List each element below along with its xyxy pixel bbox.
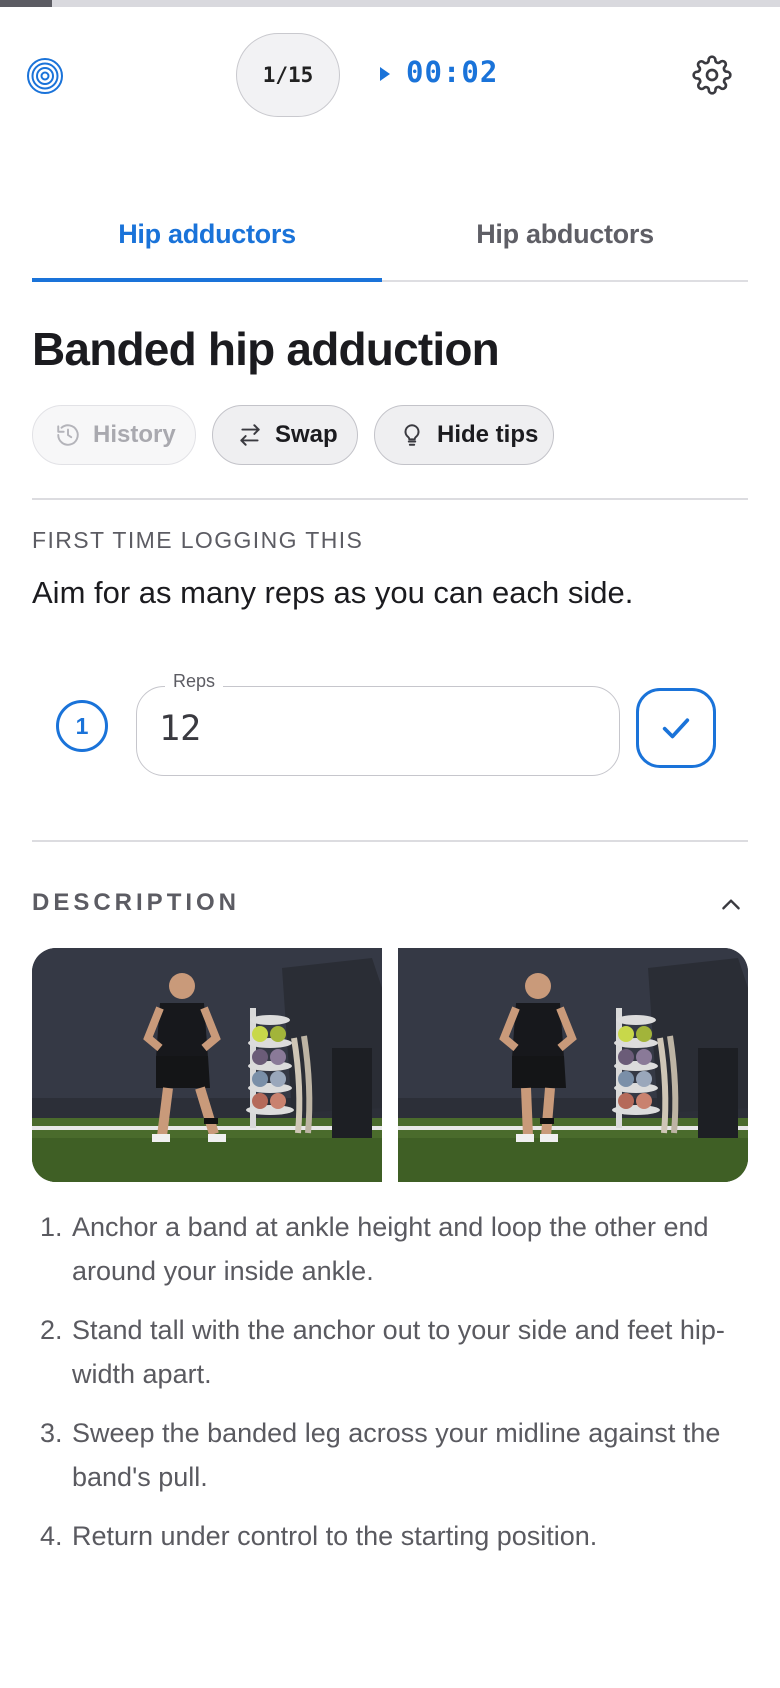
step-number: 4. xyxy=(40,1521,63,1551)
top-bar: 1/15 00:02 xyxy=(0,30,780,120)
list-item: 1. Anchor a band at ankle height and loop… xyxy=(32,1205,748,1293)
step-number: 1. xyxy=(40,1212,63,1242)
tab-hip-adductors[interactable]: Hip adductors xyxy=(32,190,382,278)
exercise-counter[interactable]: 1/15 xyxy=(236,33,340,117)
divider xyxy=(32,840,748,842)
description-heading: DESCRIPTION xyxy=(32,889,241,916)
divider xyxy=(32,498,748,500)
reps-input[interactable]: Reps 12 xyxy=(136,671,620,776)
hide-tips-label: Hide tips xyxy=(437,421,539,448)
swap-icon xyxy=(240,424,260,446)
swap-label: Swap xyxy=(275,421,338,448)
step-text: Anchor a band at ankle height and loop t… xyxy=(72,1212,709,1286)
active-tab-indicator xyxy=(32,278,382,282)
exercise-photo-start xyxy=(32,948,382,1182)
step-text: Sweep the banded leg across your midline… xyxy=(72,1418,721,1492)
workout-progress-fill xyxy=(0,0,53,7)
swap-button[interactable]: Swap xyxy=(212,405,358,465)
history-button[interactable]: History xyxy=(32,405,196,465)
tab-hip-abductors[interactable]: Hip abductors xyxy=(382,190,748,278)
list-item: 2. Stand tall with the anchor out to your… xyxy=(32,1308,748,1396)
step-text: Stand tall with the anchor out to your s… xyxy=(72,1315,725,1389)
step-text: Return under control to the starting pos… xyxy=(72,1521,598,1551)
step-number: 3. xyxy=(40,1418,63,1448)
exercise-photo-end xyxy=(398,948,748,1182)
workout-progress-bar xyxy=(0,0,780,7)
play-icon[interactable] xyxy=(380,67,390,81)
list-item: 4. Return under control to the starting p… xyxy=(32,1514,748,1558)
exercise-title: Banded hip adduction xyxy=(32,323,500,375)
history-icon xyxy=(57,424,79,446)
complete-set-button[interactable] xyxy=(636,688,716,768)
gear-icon[interactable] xyxy=(692,55,732,95)
step-number: 2. xyxy=(40,1315,63,1345)
hide-tips-button[interactable]: Hide tips xyxy=(374,405,554,465)
logo-icon[interactable] xyxy=(26,57,64,95)
workout-timer[interactable]: 00:02 xyxy=(406,55,498,89)
muscle-tabs: Hip adductors Hip abductors xyxy=(32,190,748,282)
reps-label: Reps xyxy=(165,671,224,692)
lightbulb-icon xyxy=(404,424,420,446)
check-icon xyxy=(662,718,690,739)
set-number-badge: 1 xyxy=(56,700,108,752)
history-label: History xyxy=(93,421,176,448)
instruction-steps: 1. Anchor a band at ankle height and loop… xyxy=(32,1205,748,1573)
first-time-label: FIRST TIME LOGGING THIS xyxy=(32,527,364,553)
reps-value[interactable]: 12 xyxy=(159,709,201,749)
set-instruction: Aim for as many reps as you can each sid… xyxy=(32,575,634,610)
list-item: 3. Sweep the banded leg across your midli… xyxy=(32,1411,748,1499)
chevron-up-icon[interactable] xyxy=(718,892,744,918)
